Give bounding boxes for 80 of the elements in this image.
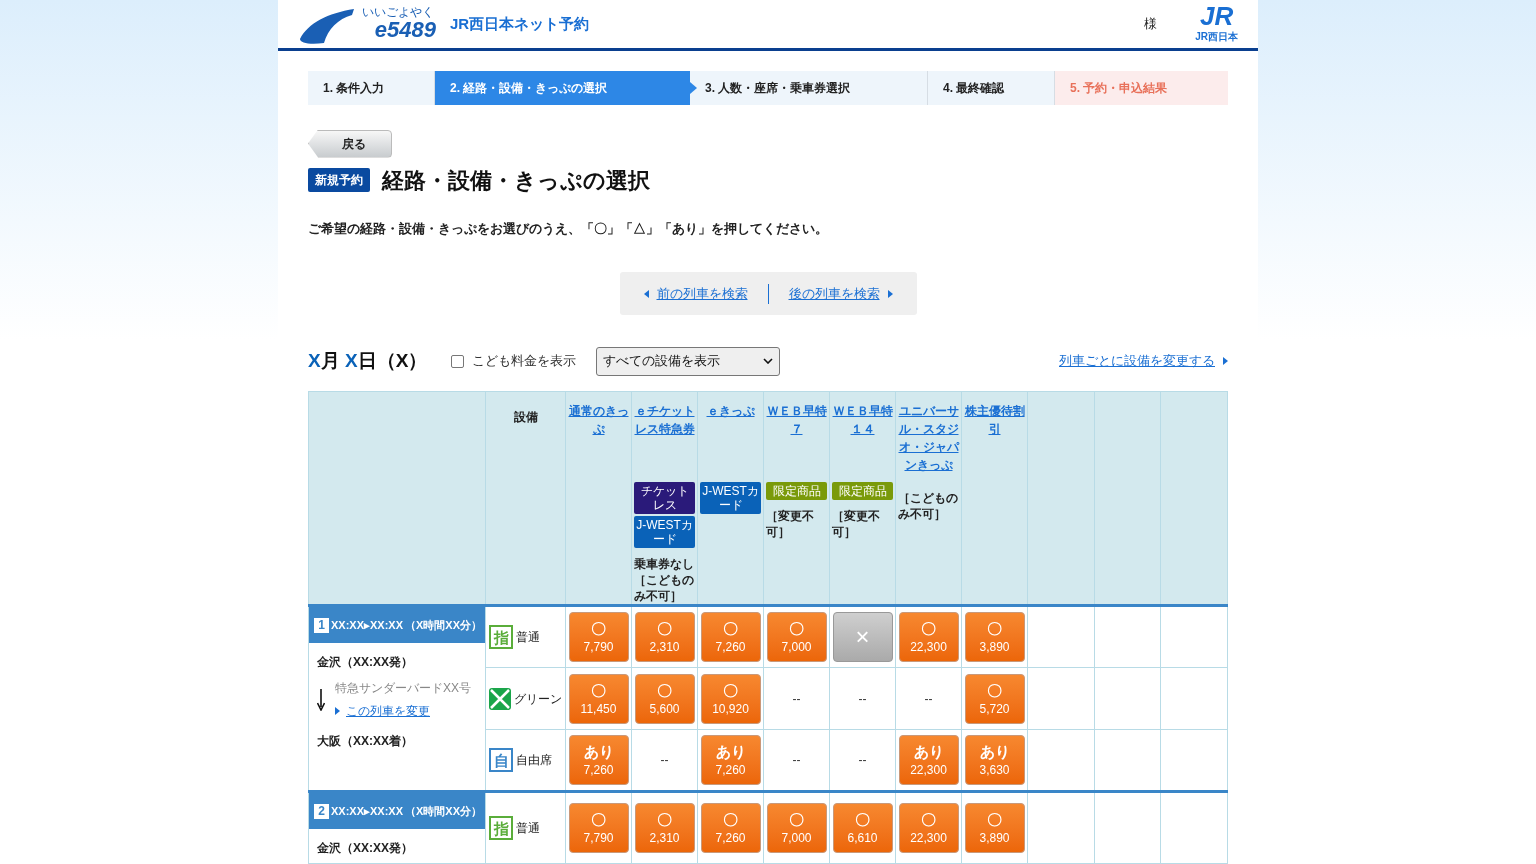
fare-button[interactable]: 〇 2,310 [634,803,695,853]
fare-button[interactable]: 〇 7,790 [568,612,629,662]
unavailable-text: -- [660,752,669,769]
train-name: 特急サンダーバードXX号 [335,680,471,697]
down-arrow-icon [317,688,325,711]
train-duration: （X時間XX分） [405,617,483,633]
fare-button[interactable]: 〇 10,920 [700,673,761,724]
seat-class-label: 自由席 [516,752,552,769]
fare-button[interactable]: 〇 5,720 [964,673,1025,724]
unavailable-text: -- [858,690,867,708]
ticket-tag: チケットレス [634,482,695,514]
back-button[interactable]: 戻る [308,129,392,158]
departure-text: 金沢（XX:XX発） [317,840,414,857]
date-heading: X月 X日（X） [308,348,428,373]
fare-button[interactable]: 〇 7,000 [766,612,827,662]
train-number: 1 [314,617,329,633]
fare-button[interactable]: あり 3,630 [964,735,1025,785]
ticket-tag: J-WESTカード [700,482,761,514]
fare-button[interactable]: 〇 7,260 [700,803,761,853]
instruction-text: ご希望の経路・設備・きっぷをお選びのうえ、「〇」「△」「あり」を押してください。 [308,219,829,238]
fare-button[interactable]: 〇 6,610 [832,803,893,853]
fare-button[interactable]: 〇 7,790 [568,803,629,853]
jr-logo-caption: JR西日本 [1195,30,1238,45]
fare-button[interactable]: 〇 22,300 [898,612,959,662]
fare-button[interactable]: あり 22,300 [898,735,959,785]
page-title: 経路・設備・きっぷの選択 [382,166,650,195]
ticket-type-link[interactable]: ＷＥＢ早特１４ [832,402,893,482]
ticket-type-link[interactable]: ユニバーサル・スタジオ・ジャパンきっぷ [898,402,959,482]
train-times: XX:XX▸XX:XX [331,803,404,819]
departure-text: 金沢（XX:XX発） [317,654,414,671]
ticket-tag: 限定商品 [766,482,827,500]
fare-button[interactable]: 〇 2,310 [634,612,695,662]
unavailable-text: -- [792,752,801,769]
ticket-tag: J-WESTカード [634,516,695,548]
ticket-note: ［変更不可］ [832,508,881,540]
next-train-link[interactable]: 後の列車を検索 [788,283,893,304]
facility-select[interactable]: すべての設備を表示 [596,346,781,376]
child-fare-checkbox[interactable] [451,354,465,368]
column-heading: 設備 [513,410,538,424]
sold-out-button[interactable]: × [832,612,893,662]
fare-button[interactable]: 〇 3,890 [964,803,1025,853]
unavailable-text: -- [858,752,867,769]
change-facility-link[interactable]: 列車ごとに設備を変更する [1059,351,1228,371]
unavailable-text: -- [924,690,933,708]
ticket-type-link[interactable]: ＷＥＢ早特７ [766,402,827,482]
jr-logo: JR [1199,3,1234,30]
fare-button[interactable]: 〇 7,000 [766,803,827,853]
fare-button[interactable]: 〇 3,890 [964,612,1025,662]
unavailable-text: -- [792,690,801,708]
fare-button[interactable]: 〇 5,600 [634,673,695,724]
child-fare-label: こども料金を表示 [472,352,577,371]
ticket-note: 乗車券なし [634,556,695,572]
fare-button[interactable]: 〇 11,450 [568,673,629,724]
free-seat-icon: 自 [489,748,513,772]
seat-class-label: 普通 [516,629,540,646]
seat-class-label: グリーン [514,690,562,708]
chevron-down-icon [763,358,774,364]
user-name: 様 [1144,15,1158,33]
train-duration: （X時間XX分） [405,803,483,819]
fare-button[interactable]: あり 7,260 [700,735,761,785]
train-times: XX:XX▸XX:XX [331,617,404,633]
fare-button[interactable]: 〇 7,260 [700,612,761,662]
ticket-type-link[interactable]: ｅきっぷ [706,402,755,482]
e5489-logo[interactable]: いいごよやく e5489 [298,0,440,47]
train-number: 2 [314,803,329,819]
new-reservation-badge: 新規予約 [308,168,370,192]
ticket-tag: 限定商品 [832,482,893,500]
fare-button[interactable]: あり 7,260 [568,735,629,785]
ticket-note: ［こどものみ不可］ [634,572,695,604]
ticket-type-link[interactable]: ｅチケットレス特急券 [634,402,695,482]
ticket-note: ［こどものみ不可］ [898,490,959,522]
reserved-seat-icon: 指 [489,625,513,649]
fare-button[interactable]: 〇 22,300 [898,803,959,853]
arrival-text: 大阪（XX:XX着） [317,733,414,750]
seat-class-label: 普通 [516,820,540,837]
change-train-link[interactable]: この列車を変更 [335,702,471,720]
reserved-seat-icon: 指 [489,816,513,840]
previous-train-link[interactable]: 前の列車を検索 [643,283,748,304]
site-name: JR西日本ネット予約 [450,13,590,34]
ticket-note: ［変更不可］ [766,508,815,540]
